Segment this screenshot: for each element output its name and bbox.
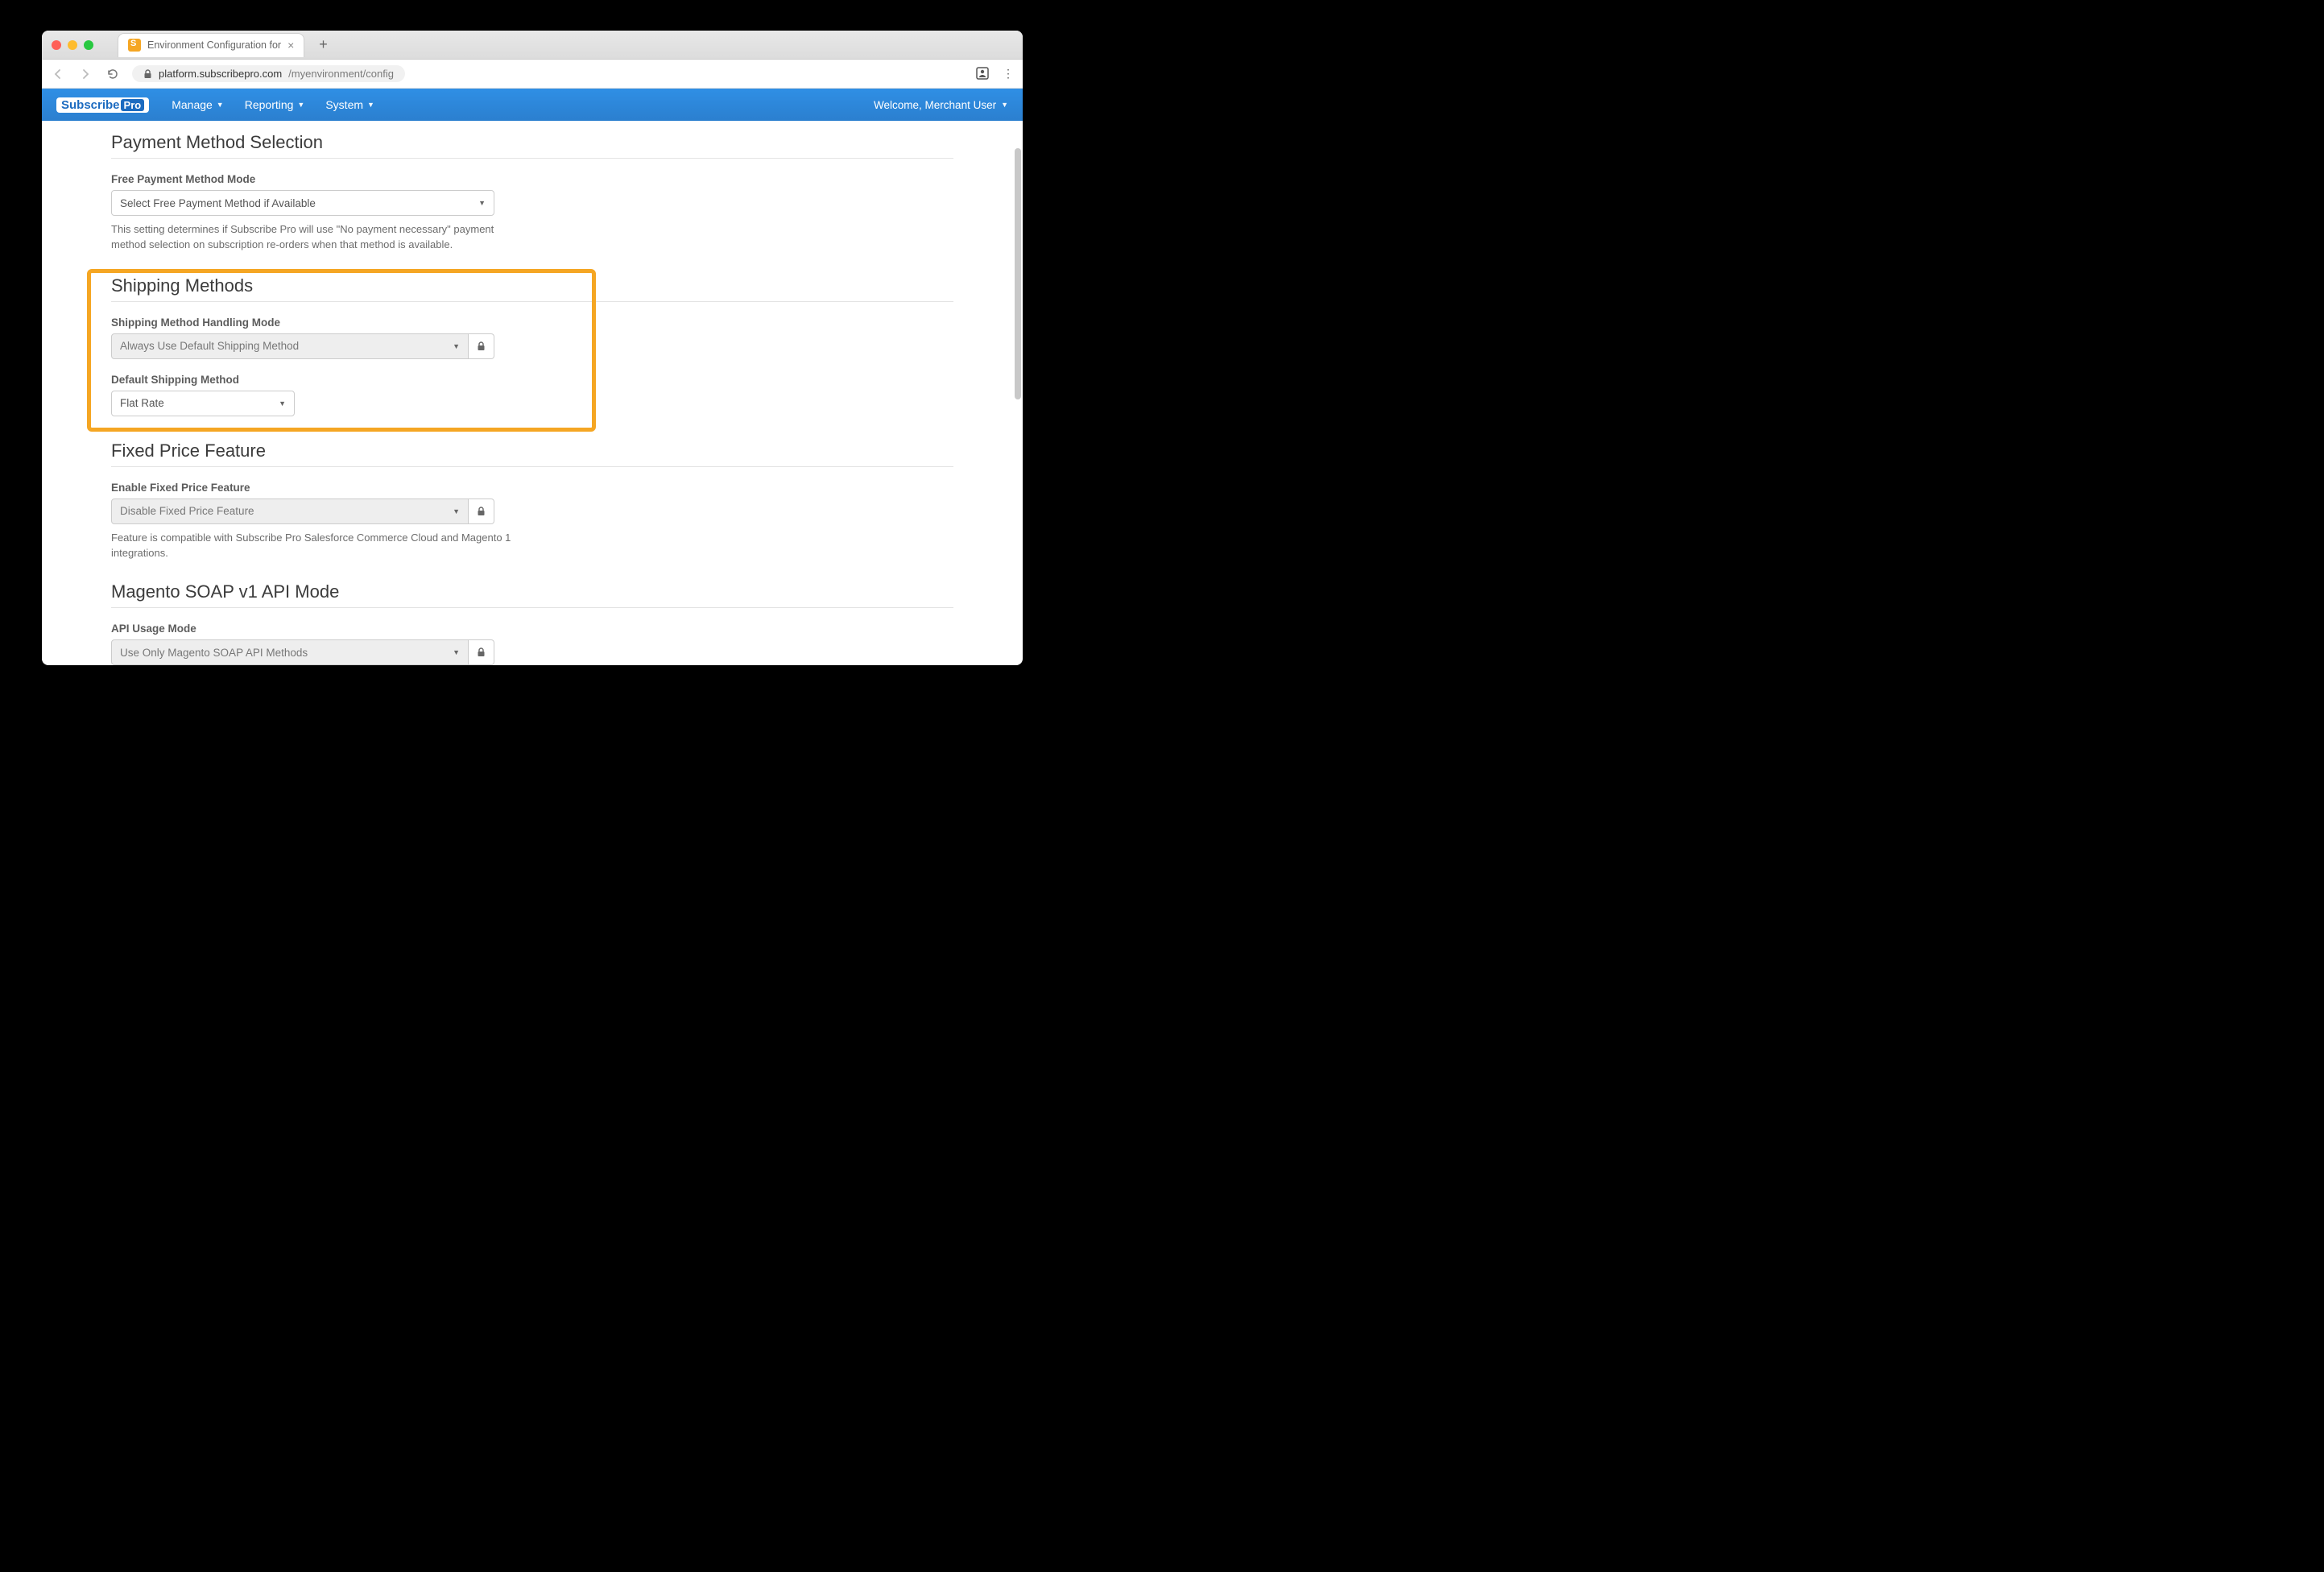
caret-down-icon: ▼ [478,199,486,207]
minimize-window-button[interactable] [68,40,77,50]
caret-down-icon: ▼ [367,101,374,109]
section-payment-method-selection: Payment Method Selection [111,132,953,159]
page-scroll[interactable]: Payment Method Selection Free Payment Me… [42,121,1023,665]
select-value: Disable Fixed Price Feature [120,505,254,517]
caret-down-icon: ▼ [297,101,304,109]
close-tab-button[interactable]: × [287,39,294,52]
browser-tab[interactable]: Environment Configuration for × [118,33,304,57]
select-value: Use Only Magento SOAP API Methods [120,647,308,659]
free-payment-mode-label: Free Payment Method Mode [111,173,953,185]
default-shipping-method-label: Default Shipping Method [111,374,953,386]
section-magento-soap: Magento SOAP v1 API Mode [111,581,953,608]
default-shipping-method-select[interactable]: Flat Rate ▼ [111,391,295,416]
caret-down-icon: ▼ [279,399,286,407]
new-tab-button[interactable]: + [319,36,328,53]
api-usage-mode-select: Use Only Magento SOAP API Methods ▼ [111,639,469,665]
welcome-text: Welcome, Merchant User [874,99,996,111]
enable-fixed-price-select: Disable Fixed Price Feature ▼ [111,498,469,524]
section-fixed-price: Fixed Price Feature [111,441,953,467]
reload-button[interactable] [105,66,121,82]
caret-down-icon: ▼ [453,507,460,515]
profile-icon[interactable] [975,66,991,82]
window-controls [52,40,93,50]
url-field[interactable]: platform.subscribepro.com/myenvironment/… [132,65,405,82]
tab-title: Environment Configuration for [147,39,281,51]
free-payment-mode-help: This setting determines if Subscribe Pro… [111,222,530,253]
caret-down-icon: ▼ [217,101,224,109]
scrollbar-thumb[interactable] [1015,148,1021,399]
caret-down-icon: ▼ [1001,101,1008,109]
locked-field-icon [469,333,494,359]
maximize-window-button[interactable] [84,40,93,50]
close-window-button[interactable] [52,40,61,50]
favicon-icon [128,39,141,52]
caret-down-icon: ▼ [453,342,460,350]
menu-reporting[interactable]: Reporting▼ [245,98,305,111]
titlebar: Environment Configuration for × + [42,31,1023,60]
address-bar: platform.subscribepro.com/myenvironment/… [42,60,1023,89]
browser-window: Environment Configuration for × + platfo… [42,31,1023,665]
menu-label: Manage [172,98,213,111]
main-menu: Manage▼ Reporting▼ System▼ [172,98,374,111]
url-path: /myenvironment/config [288,68,394,80]
logo-text: Subscribe [61,98,120,112]
menu-manage[interactable]: Manage ▼ [172,98,224,111]
locked-field-icon [469,498,494,524]
fixed-price-help: Feature is compatible with Subscribe Pro… [111,531,530,561]
browser-menu-button[interactable]: ⋮ [1003,67,1015,81]
select-value: Select Free Payment Method if Available [120,197,316,209]
locked-field-icon [469,639,494,665]
section-shipping-methods: Shipping Methods [111,275,953,302]
free-payment-mode-select[interactable]: Select Free Payment Method if Available … [111,190,494,216]
forward-button[interactable] [77,66,93,82]
enable-fixed-price-label: Enable Fixed Price Feature [111,482,953,494]
url-host: platform.subscribepro.com [159,68,282,80]
api-usage-mode-label: API Usage Mode [111,623,953,635]
shipping-handling-mode-select: Always Use Default Shipping Method ▼ [111,333,469,359]
menu-label: Reporting [245,98,294,111]
caret-down-icon: ▼ [453,648,460,656]
menu-system[interactable]: System ▼ [325,98,374,111]
content-area: Payment Method Selection Free Payment Me… [42,121,1023,665]
select-value: Flat Rate [120,397,164,409]
shipping-handling-mode-label: Shipping Method Handling Mode [111,316,953,329]
user-menu[interactable]: Welcome, Merchant User ▼ [874,99,1008,111]
app-navbar: SubscribePro Manage▼ Reporting▼ System▼ … [42,89,1023,121]
menu-label: System [325,98,363,111]
select-value: Always Use Default Shipping Method [120,340,299,352]
back-button[interactable] [50,66,66,82]
lock-icon [143,69,152,79]
logo-sub: Pro [121,99,145,111]
logo[interactable]: SubscribePro [56,97,149,113]
